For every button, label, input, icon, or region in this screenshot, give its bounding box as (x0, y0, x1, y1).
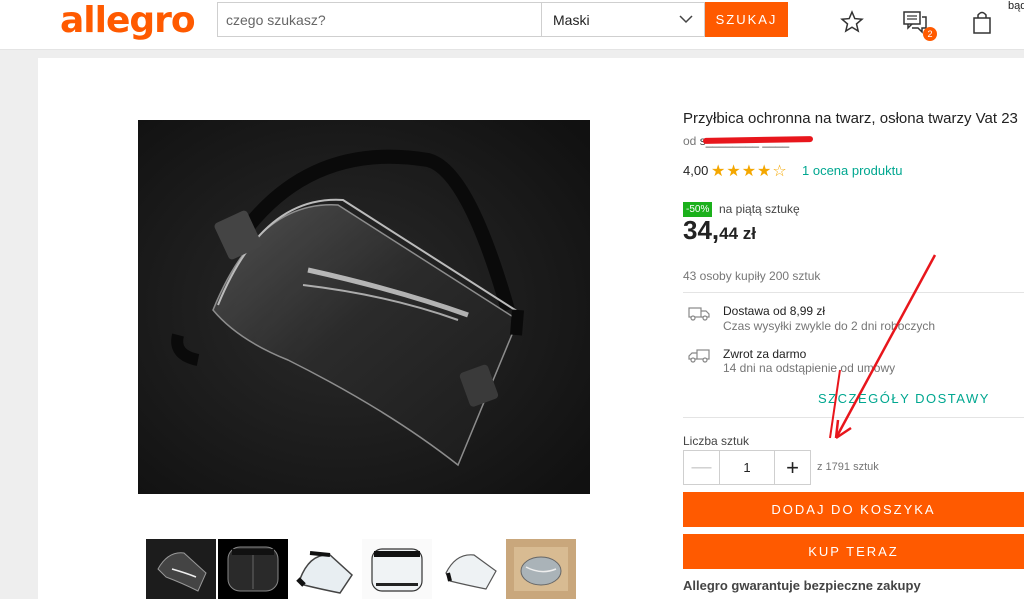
quantity-increase-button[interactable]: + (774, 451, 810, 484)
price-decimals: 44 (719, 224, 739, 243)
thumbnail-3[interactable] (290, 539, 360, 599)
delivery-title: Dostawa od 8,99 zł (723, 304, 826, 318)
thumbnail-1[interactable] (146, 539, 216, 599)
category-select[interactable]: Maski (541, 2, 705, 37)
star-outline-icon[interactable] (839, 8, 865, 36)
quantity-input[interactable] (720, 451, 774, 484)
rating-link[interactable]: 1 ocena produktu (802, 163, 902, 178)
shopping-bag-icon[interactable] (969, 8, 995, 36)
price: 34,44 zł (683, 215, 756, 246)
allegro-logo[interactable]: allegro (60, 0, 196, 41)
user-menu-text[interactable]: bąd (1008, 0, 1024, 12)
quantity-available: z 1791 sztuk (817, 461, 879, 473)
chevron-down-icon (679, 15, 693, 24)
price-currency: zł (738, 224, 757, 243)
search-input[interactable] (217, 2, 541, 37)
search-button[interactable]: SZUKAJ (705, 2, 788, 37)
product-card: Przyłbica ochronna na twarz, osłona twar… (38, 58, 1024, 599)
messages-badge: 2 (923, 27, 937, 41)
rating-stars: ★★★★☆ (711, 161, 788, 180)
quantity-decrease-button[interactable]: — (684, 451, 720, 484)
delivery-subtitle: Czas wysyłki zwykle do 2 dni roboczych (723, 319, 936, 333)
divider (683, 292, 1024, 293)
top-header: allegro Maski SZUKAJ 2 bąd (0, 0, 1024, 50)
thumbnail-5[interactable] (434, 539, 504, 599)
truck-icon (688, 307, 710, 321)
quantity-label: Liczba sztuk (683, 434, 750, 448)
shipping-details-link[interactable]: SZCZEGÓŁY DOSTAWY (818, 391, 990, 406)
price-main: 34, (683, 215, 720, 245)
rating-value: 4,00 (683, 163, 709, 178)
thumbnail-6[interactable] (506, 539, 576, 599)
product-title: Przyłbica ochronna na twarz, osłona twar… (683, 110, 1018, 127)
add-to-cart-button[interactable]: DODAJ DO KOSZYKA (683, 492, 1024, 527)
redaction-mark (702, 136, 814, 144)
discount-text: na piątą sztukę (719, 202, 800, 216)
buy-now-button[interactable]: KUP TERAZ (683, 534, 1024, 569)
product-main-image[interactable] (138, 120, 590, 494)
divider (683, 417, 1024, 418)
return-truck-icon (688, 349, 710, 363)
return-title: Zwrot za darmo (723, 347, 807, 361)
face-shield-photo (138, 120, 590, 494)
category-select-value: Maski (553, 12, 590, 28)
seller-prefix: od (683, 134, 697, 148)
return-subtitle: 14 dni na odstąpienie od umowy (723, 361, 896, 375)
thumbnail-4[interactable] (362, 539, 432, 599)
sold-count: 43 osoby kupiły 200 sztuk (683, 269, 821, 283)
thumbnail-2[interactable] (218, 539, 288, 599)
quantity-stepper: — + (683, 450, 811, 485)
guarantee-text: Allegro gwarantuje bezpieczne zakupy (683, 578, 921, 593)
